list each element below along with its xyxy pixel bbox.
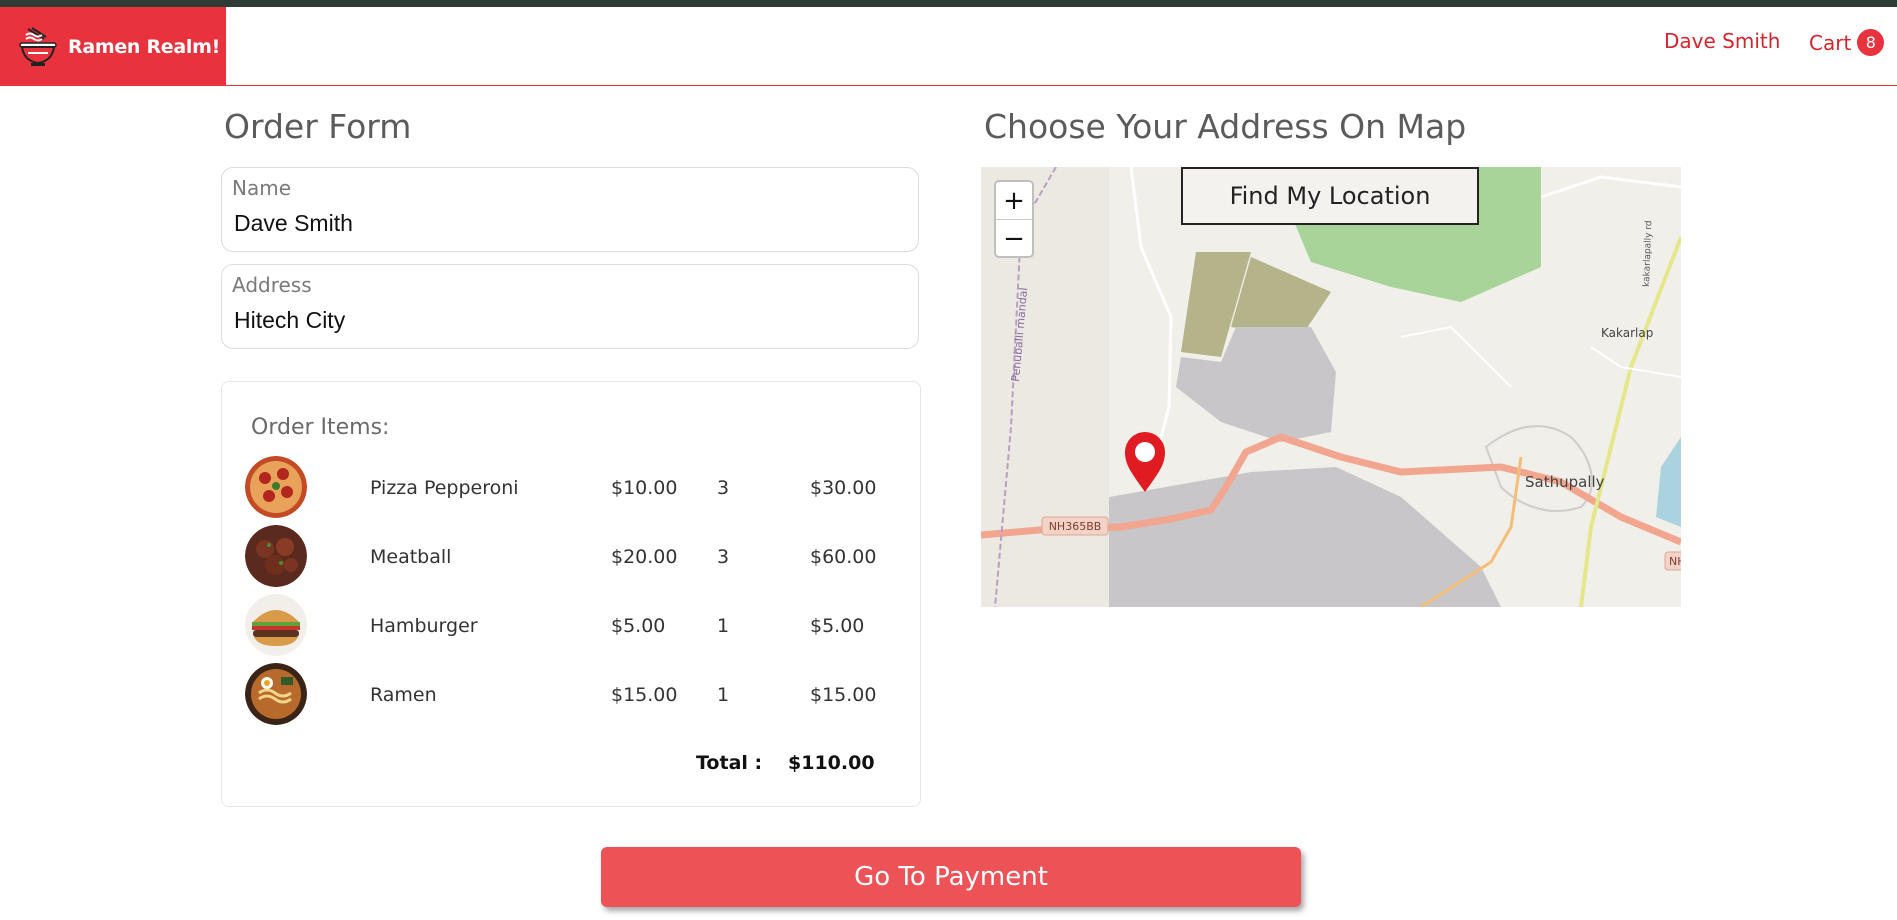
top-strip: [0, 0, 1897, 7]
item-name: Meatball: [370, 546, 452, 568]
village-label: Kakarlap: [1601, 326, 1653, 340]
item-qty: 3: [717, 477, 730, 499]
zoom-in-button[interactable]: +: [996, 182, 1032, 220]
cart-label: Cart: [1809, 30, 1852, 55]
ramen-image: [245, 663, 307, 725]
meatball-image: [245, 525, 307, 587]
total-value: $110.00: [788, 752, 875, 774]
user-link[interactable]: Dave Smith: [1664, 29, 1780, 53]
address-input[interactable]: [234, 307, 904, 334]
total-label: Total :: [696, 752, 763, 774]
item-qty: 3: [717, 546, 730, 568]
cart-count-badge: 8: [1857, 29, 1885, 56]
address-field[interactable]: Address: [221, 264, 919, 349]
ramen-bowl-icon: [19, 26, 57, 66]
item-price: $20.00: [611, 546, 678, 568]
list-item: Ramen $15.00 1 $15.00: [245, 663, 905, 725]
map-canvas[interactable]: NH365BB NH Sathupally Kakarlap Penuballi…: [981, 167, 1681, 607]
item-price: $15.00: [611, 684, 678, 706]
item-qty: 1: [717, 615, 730, 637]
list-item: Meatball $20.00 3 $60.00: [245, 525, 905, 587]
address-label: Address: [232, 273, 312, 297]
order-form-title: Order Form: [224, 107, 412, 146]
map[interactable]: NH365BB NH Sathupally Kakarlap Penuballi…: [981, 167, 1681, 607]
town-label: Sathupally: [1525, 473, 1605, 491]
item-subtotal: $60.00: [810, 546, 877, 568]
name-label: Name: [232, 176, 292, 200]
list-item: Pizza Pepperoni $10.00 3 $30.00: [245, 456, 905, 518]
item-price: $10.00: [611, 477, 678, 499]
item-subtotal: $15.00: [810, 684, 877, 706]
brand-name: Ramen Realm!: [68, 35, 220, 58]
name-field[interactable]: Name: [221, 167, 919, 252]
road-label-edge: NH: [1669, 555, 1681, 568]
pizza-image: [245, 456, 307, 518]
item-subtotal: $30.00: [810, 477, 877, 499]
road-label-nh365bb: NH365BB: [1049, 520, 1102, 533]
hamburger-image: [245, 594, 307, 656]
zoom-out-button[interactable]: −: [996, 220, 1032, 257]
navbar: Ramen Realm! Dave Smith Cart 8: [0, 7, 1897, 86]
item-name: Ramen: [370, 684, 437, 706]
list-item: Hamburger $5.00 1 $5.00: [245, 594, 905, 656]
find-my-location-button[interactable]: Find My Location: [1181, 167, 1479, 225]
zoom-control: + −: [994, 180, 1034, 258]
item-subtotal: $5.00: [810, 615, 865, 637]
name-input[interactable]: [234, 210, 904, 237]
order-items-title: Order Items:: [251, 415, 390, 440]
brand[interactable]: Ramen Realm!: [0, 7, 226, 86]
item-name: Pizza Pepperoni: [370, 477, 519, 499]
item-qty: 1: [717, 684, 730, 706]
item-name: Hamburger: [370, 615, 478, 637]
cart-link[interactable]: Cart 8: [1809, 29, 1885, 56]
go-to-payment-button[interactable]: Go To Payment: [601, 847, 1301, 907]
order-items-card: Order Items: Pizza Pepperoni $10.00 3 $3…: [221, 381, 921, 807]
item-price: $5.00: [611, 615, 666, 637]
map-title: Choose Your Address On Map: [984, 107, 1467, 146]
